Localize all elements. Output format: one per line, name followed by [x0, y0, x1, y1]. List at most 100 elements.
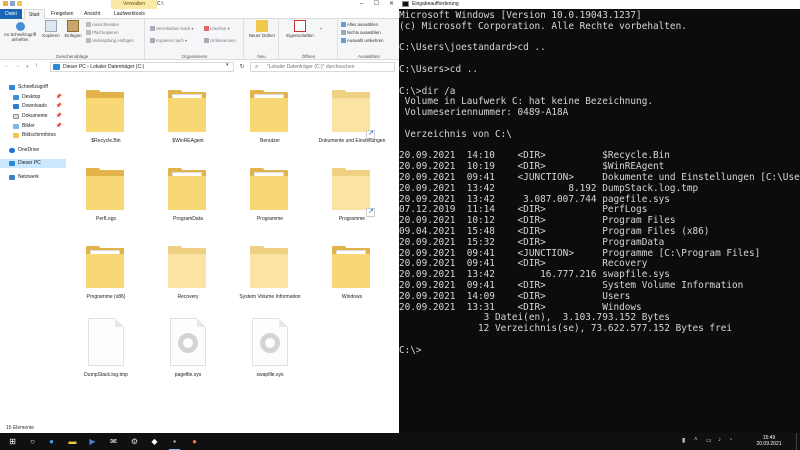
nav-item-quick-access[interactable]: Schnellzugriff [0, 83, 66, 92]
delete-button[interactable]: Löschen ▾ [204, 25, 230, 32]
tab-share[interactable]: Freigeben [47, 9, 78, 19]
file-item[interactable]: System Volume Information [230, 236, 310, 310]
file-item[interactable]: pagefile.sys [148, 314, 228, 388]
file-item[interactable]: Programme [230, 158, 310, 232]
folder-icon [13, 133, 19, 138]
refresh-button[interactable]: ↻ [237, 62, 247, 72]
edge-icon[interactable]: ● [45, 435, 58, 448]
context-tab-manage[interactable]: Verwalten [111, 0, 157, 9]
file-name: Programme [256, 216, 284, 222]
nav-item-desktop[interactable]: Desktop 📌 [0, 93, 66, 102]
address-bar[interactable]: Dieser PC › Lokaler Datenträger (C:) [50, 62, 234, 72]
nav-item-screenshots[interactable]: Bildschirmfotos [0, 131, 66, 140]
tab-drive-tools[interactable]: Laufwerktools [110, 9, 149, 19]
tab-home[interactable]: Start [24, 9, 45, 19]
paste-button[interactable]: Einfügen [62, 20, 84, 38]
select-none-icon [341, 30, 346, 35]
file-item[interactable]: Windows [312, 236, 392, 310]
invert-selection-button[interactable]: Auswahl umkehren [341, 37, 384, 44]
cmd-icon[interactable]: ▪ [168, 435, 181, 450]
start-icon[interactable]: ⊞ [6, 435, 19, 448]
language-icon[interactable]: ▫ [730, 437, 732, 443]
rename-button[interactable]: Umbenennen [204, 37, 236, 44]
network-icon[interactable]: ▭ [706, 437, 712, 444]
copy-button[interactable]: Kopieren [40, 20, 62, 38]
close-button[interactable]: ✕ [384, 0, 399, 9]
new-folder-button[interactable]: Neuer Ordner [246, 20, 278, 38]
minimize-button[interactable]: – [354, 0, 369, 9]
clock[interactable]: 15:49 20.09.2021 [752, 435, 786, 447]
tab-file[interactable]: Datei [0, 9, 22, 19]
tab-view[interactable]: Ansicht [80, 9, 104, 19]
volume-icon[interactable]: ♪ [718, 437, 721, 443]
pin-quick-access-button[interactable]: An Schnellzugriff anheften [1, 20, 39, 42]
file-item[interactable]: Recovery [148, 236, 228, 310]
file-item[interactable]: $Recycle.Bin [66, 80, 146, 154]
console-line: 20.09.2021 14:09 <DIR> Users [399, 290, 631, 302]
search-input[interactable]: ⌕ "Lokaler Datenträger (C:)" durchsuchen [250, 62, 395, 72]
copy-to-button[interactable]: Kopieren nach ▾ [150, 37, 187, 44]
file-item[interactable]: Programme (x86) [66, 236, 146, 310]
up-button[interactable]: ↑ [35, 63, 38, 69]
recent-dropdown[interactable]: ▾ [26, 64, 29, 70]
file-item[interactable]: ↗ Programme [312, 158, 392, 232]
folder-icon[interactable] [3, 1, 8, 6]
file-item[interactable]: $WinREAgent [148, 80, 228, 154]
powershell-icon[interactable]: ▶ [86, 435, 99, 448]
properties-icon[interactable] [10, 1, 15, 6]
command-prompt-window[interactable]: Eingabeaufforderung Microsoft Windows [V… [399, 0, 800, 433]
file-name: $WinREAgent [172, 138, 204, 144]
console-title: Eingabeaufforderung [412, 1, 459, 7]
pin-icon: 📌 [55, 123, 62, 129]
group-select: Alles auswählen Nichts auswählen Auswahl… [339, 19, 399, 60]
battery-icon[interactable]: ▮ [682, 437, 685, 444]
store-icon[interactable]: ◆ [148, 435, 161, 448]
nav-item-onedrive[interactable]: OneDrive [0, 146, 66, 155]
new-folder-icon[interactable] [17, 1, 22, 6]
gear-icon [178, 333, 198, 353]
copy-path-button[interactable]: Pfad kopieren [86, 29, 119, 36]
file-name: Windows [341, 294, 363, 300]
move-to-button[interactable]: Verschieben nach ▾ [150, 25, 194, 32]
nav-item-network[interactable]: Netzwerk [0, 173, 66, 182]
paste-shortcut-button[interactable]: Verknüpfung einfügen [86, 37, 134, 44]
explorer-icon[interactable]: ▬ [66, 435, 79, 448]
select-none-button[interactable]: Nichts auswählen [341, 29, 381, 36]
file-name: Programme [338, 216, 366, 222]
settings-icon[interactable]: ⚙ [128, 435, 141, 448]
nav-item-documents[interactable]: Dokumente 📌 [0, 112, 66, 121]
firefox-icon[interactable]: ● [188, 435, 201, 448]
file-item[interactable]: PerfLogs [66, 158, 146, 232]
file-item[interactable]: ↗ Dokumente und Einstellungen [312, 80, 392, 154]
console-output[interactable]: Microsoft Windows [Version 10.0.19043.12… [399, 10, 800, 357]
folder-icon [86, 168, 124, 210]
file-item[interactable]: swapfile.sys [230, 314, 310, 388]
forward-button[interactable]: → [15, 63, 21, 69]
select-all-button[interactable]: Alles auswählen [341, 21, 378, 28]
file-item[interactable]: DumpStack.log.tmp [66, 314, 146, 388]
folder-icon [168, 90, 206, 132]
pin-icon: 📌 [55, 113, 62, 119]
cut-button[interactable]: Ausschneiden [86, 21, 119, 28]
nav-item-downloads[interactable]: Downloads 📌 [0, 102, 66, 111]
ribbon-tabs: Datei Start Freigeben Ansicht Laufwerkto… [0, 9, 399, 19]
show-desktop-button[interactable] [796, 433, 800, 450]
properties-button[interactable]: Eigenschaften [282, 20, 318, 38]
search-icon[interactable]: ○ [26, 435, 39, 448]
back-button[interactable]: ← [4, 63, 10, 69]
nav-item-this-pc[interactable]: Dieser PC [0, 159, 66, 168]
open-arrow-icon[interactable]: ▾ [320, 25, 322, 32]
address-row: ← → ▾ ↑ Dieser PC › Lokaler Datenträger … [0, 60, 399, 74]
file-item[interactable]: ProgramData [148, 158, 228, 232]
chevron-up-icon[interactable]: ˄ [694, 437, 698, 443]
maximize-button[interactable]: ☐ [369, 0, 384, 9]
pin-icon [15, 22, 25, 31]
pin-icon: 📌 [55, 94, 62, 100]
nav-item-pictures[interactable]: Bilder 📌 [0, 122, 66, 131]
folder-icon [168, 246, 206, 288]
documents-icon [13, 114, 19, 119]
file-item[interactable]: Benutzer [230, 80, 310, 154]
mail-icon[interactable]: ✉ [107, 435, 120, 448]
address-dropdown[interactable]: ▾ [226, 62, 229, 68]
